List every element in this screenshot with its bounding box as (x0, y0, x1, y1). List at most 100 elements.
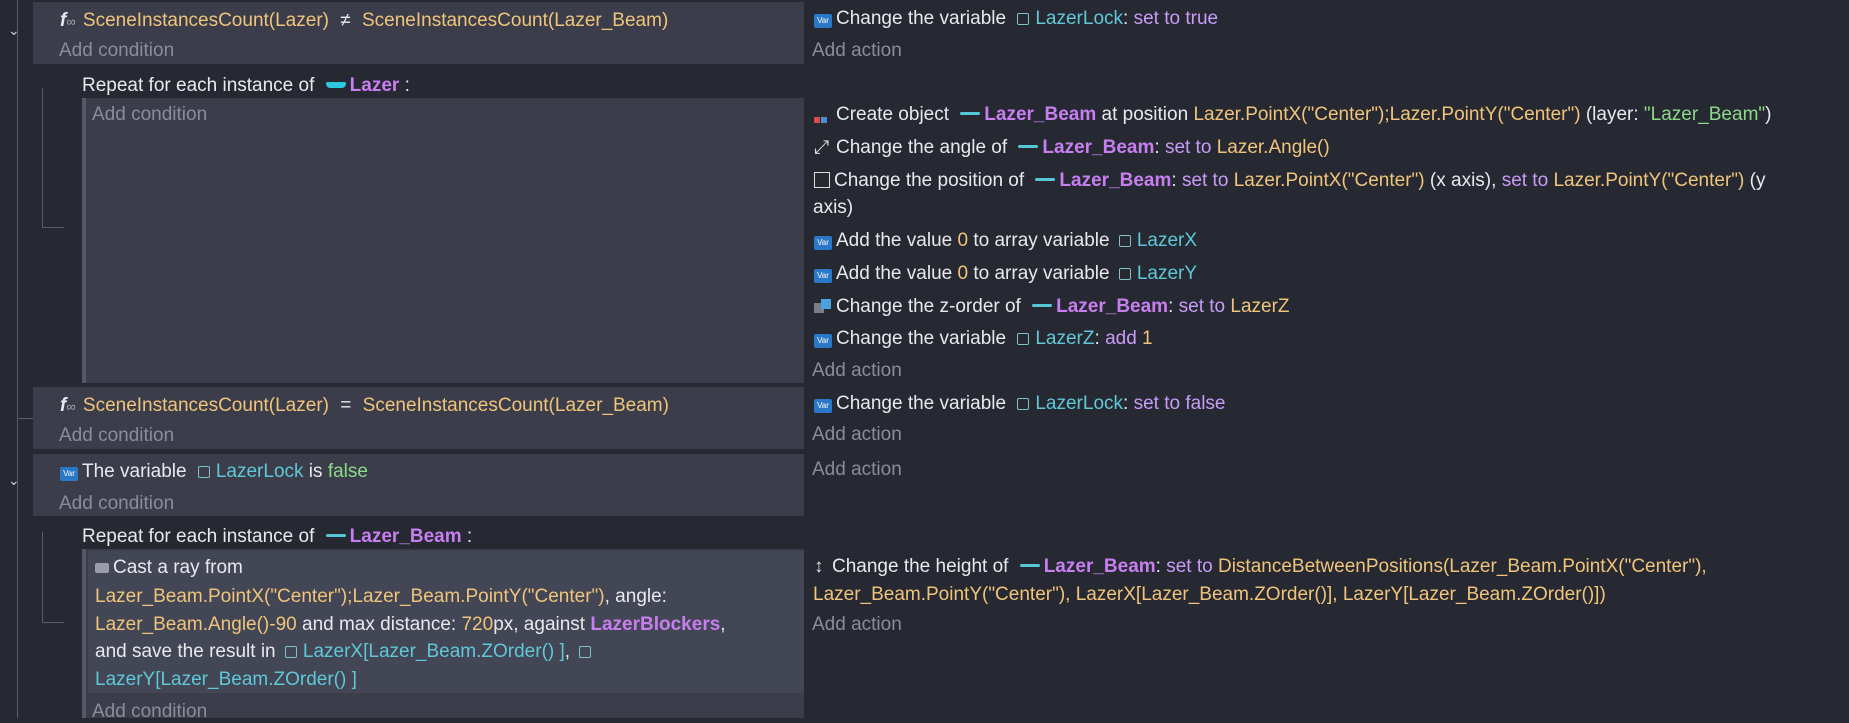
colon: : (1154, 137, 1160, 158)
object-icon (1032, 304, 1053, 307)
action-line[interactable]: Var Change the variable LazerLock: set to… (814, 393, 1225, 415)
operation: set to (1181, 170, 1229, 191)
action-text: (x axis), (1429, 170, 1497, 191)
separator: : (1123, 8, 1129, 29)
action-line[interactable]: Var Change the variable LazerZ: add 1 (814, 328, 1153, 350)
action-text: Create object (836, 104, 950, 125)
expression: LazerZ (1230, 296, 1290, 317)
operator: ≠ (340, 10, 351, 31)
expression: Lazer.PointX("Center") (1233, 170, 1425, 191)
add-action-button[interactable]: Add action (812, 424, 902, 446)
operation: set to (1166, 556, 1213, 577)
condition-line[interactable]: Var The variable LazerLock is false (60, 461, 368, 483)
separator: : (1123, 393, 1129, 414)
condition-text: is (308, 461, 323, 482)
collapse-chevron-icon[interactable]: ⌄ (8, 22, 20, 39)
action-text: to array variable (973, 263, 1110, 284)
angle-icon: ⤢ (814, 137, 830, 158)
condition-line: and save the result in LazerX[Lazer_Beam… (95, 641, 597, 663)
number-value: 0 (957, 263, 969, 284)
action-line-wrap: Lazer_Beam.PointY("Center"), LazerX[Laze… (813, 584, 1606, 605)
add-condition-button[interactable]: Add condition (59, 425, 174, 447)
operation: set to (1164, 137, 1212, 158)
scene-variable-icon (284, 646, 297, 658)
action-line[interactable]: Var Change the variable LazerLock: set to… (814, 8, 1218, 30)
variable-name: LazerX[Lazer_Beam.ZOrder() ] (302, 641, 565, 662)
object-icon (325, 82, 346, 88)
repeat-header[interactable]: Repeat for each instance of Lazer : (82, 75, 410, 97)
action-text: at position (1101, 104, 1189, 125)
expression: Lazer.PointY("Center") (1553, 170, 1745, 191)
colon: : (1171, 170, 1177, 191)
action-line[interactable]: Change the position of Lazer_Beam: set t… (814, 170, 1765, 192)
expression: Lazer_Beam.Angle()-90 (95, 614, 297, 635)
condition-text: Cast a ray from (113, 557, 243, 578)
scene-variable-icon (579, 646, 592, 658)
expression: SceneInstancesCount(Lazer_Beam) (361, 10, 669, 31)
add-action-button[interactable]: Add action (812, 40, 902, 62)
tree-line (42, 88, 43, 228)
action-text: Change the variable (836, 328, 1007, 349)
number-value: 0 (957, 230, 969, 251)
condition-text: , (720, 614, 726, 635)
panel-border (82, 549, 86, 718)
expression: Lazer_Beam.PointY("Center") (352, 586, 605, 607)
colon: : (1168, 296, 1174, 317)
object-name: Lazer_Beam (1043, 556, 1156, 577)
action-line[interactable]: ↕ Change the height of Lazer_Beam: set to… (814, 556, 1707, 578)
action-line[interactable]: Change the z-order of Lazer_Beam: set to… (814, 296, 1290, 318)
condition-text: and max distance: (302, 614, 457, 635)
operator: = (340, 395, 352, 416)
condition-line: Lazer_Beam.PointX("Center");Lazer_Beam.P… (95, 586, 667, 608)
object-icon (1035, 178, 1056, 181)
condition-text: The variable (82, 461, 187, 482)
z-order-icon (814, 299, 832, 313)
collapse-chevron-icon[interactable]: ⌄ (8, 472, 20, 489)
scene-variable-icon (1118, 268, 1131, 280)
add-action-button[interactable]: Add action (812, 459, 902, 481)
variable-icon: Var (814, 236, 832, 250)
action-line[interactable]: Create object Lazer_Beam at position Laz… (814, 104, 1771, 126)
condition-line[interactable]: f∞ SceneInstancesCount(Lazer) = SceneIns… (60, 395, 669, 418)
repeat-text: Repeat for each instance of (82, 526, 315, 547)
variable-icon: Var (814, 14, 832, 28)
action-line[interactable]: Var Add the value 0 to array variable Laz… (814, 263, 1197, 285)
action-text: (layer: (1585, 104, 1639, 125)
tree-line (17, 0, 18, 718)
object-name: Lazer_Beam (1056, 296, 1169, 317)
colon: : (466, 526, 473, 547)
action-line[interactable]: Var Add the value 0 to array variable Laz… (814, 230, 1197, 252)
repeat-header[interactable]: Repeat for each instance of Lazer_Beam : (82, 526, 472, 548)
tree-line (42, 622, 64, 623)
scene-variable-icon (1118, 235, 1131, 247)
add-condition-button[interactable]: Add condition (59, 493, 174, 515)
variable-name: LazerZ (1035, 328, 1095, 349)
action-text: (y (1749, 170, 1766, 191)
colon: : (404, 75, 410, 96)
condition-text: and save the result in (95, 641, 276, 662)
action-text: Change the position of (834, 170, 1025, 191)
add-condition-button[interactable]: Add condition (92, 701, 207, 723)
condition-line[interactable]: f∞ SceneInstancesCount(Lazer) ≠ SceneIns… (60, 10, 668, 33)
add-condition-button[interactable]: Add condition (59, 40, 174, 62)
operation: set to (1501, 170, 1549, 191)
action-text: Add the value (836, 263, 953, 284)
height-icon: ↕ (814, 556, 824, 577)
position-icon (814, 172, 830, 188)
condition-line[interactable]: Cast a ray from (95, 557, 243, 579)
add-action-button[interactable]: Add action (812, 614, 902, 636)
variable-name: LazerY (1136, 263, 1198, 284)
number-value: 1 (1142, 328, 1153, 349)
repeat-text: Repeat for each instance of (82, 75, 315, 96)
action-line[interactable]: ⤢ Change the angle of Lazer_Beam: set to … (814, 137, 1330, 159)
variable-name: LazerLock (1035, 393, 1124, 414)
condition-text: px, against (493, 614, 586, 635)
object-name: Lazer_Beam (349, 526, 462, 547)
condition-line: LazerY[Lazer_Beam.ZOrder() ] (95, 669, 357, 691)
condition-line: Lazer_Beam.Angle()-90 and max distance: … (95, 614, 726, 636)
repeat-conditions-panel[interactable] (82, 98, 804, 383)
add-condition-button[interactable]: Add condition (92, 104, 207, 126)
expression: Lazer_Beam.PointX("Center") (95, 586, 348, 607)
add-action-button[interactable]: Add action (812, 360, 902, 382)
object-icon (1019, 564, 1040, 567)
